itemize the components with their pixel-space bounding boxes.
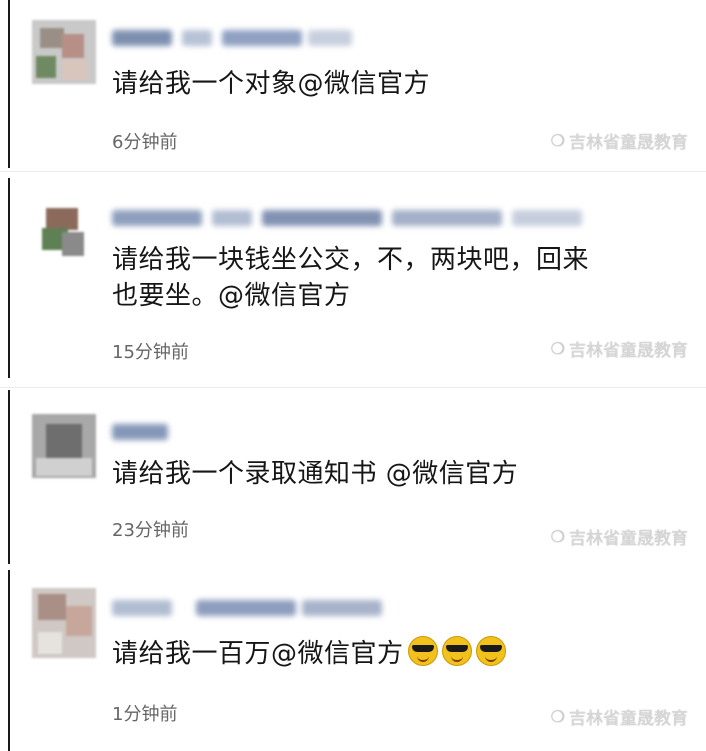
avatar[interactable]	[32, 588, 96, 658]
comment-card: 请给我一个录取通知书 @微信官方 23分钟前 ❍ 吉林省童晟教育	[0, 390, 706, 568]
wechat-icon: ❍	[550, 707, 565, 726]
username-blurred[interactable]	[112, 24, 352, 52]
watermark-text: 吉林省童晟教育	[569, 341, 688, 361]
comment-timestamp: 23分钟前	[112, 520, 189, 541]
avatar[interactable]	[32, 202, 96, 266]
card-left-border	[8, 390, 10, 564]
comment-text: 请给我一个对象@微信官方	[112, 69, 431, 99]
wechat-icon: ❍	[550, 131, 565, 150]
watermark: ❍ 吉林省童晟教育	[551, 336, 688, 361]
comment-timestamp: 6分钟前	[112, 132, 178, 153]
sunglasses-emoji-icon	[441, 636, 472, 666]
comment-text-content: 请给我一百万@微信官方	[112, 639, 404, 669]
comment-text: 请给我一百万@微信官方	[112, 636, 636, 672]
comment-timestamp: 15分钟前	[112, 342, 189, 363]
comment-card: 请给我一个对象@微信官方 6分钟前 ❍ 吉林省童晟教育	[0, 0, 706, 172]
wechat-icon: ❍	[550, 339, 565, 358]
avatar[interactable]	[32, 414, 96, 478]
comment-card: 请给我一块钱坐公交，不，两块吧，回来 也要坐。@微信官方 15分钟前 ❍ 吉林省…	[0, 178, 706, 388]
comment-card: 请给我一百万@微信官方 1分钟前 ❍ 吉林省童晟教育	[0, 570, 706, 751]
watermark: ❍ 吉林省童晟教育	[551, 524, 688, 549]
divider	[0, 387, 706, 388]
comment-timestamp: 1分钟前	[112, 704, 178, 725]
sunglasses-emoji-icon	[475, 636, 506, 666]
username-blurred[interactable]	[112, 594, 382, 622]
wechat-icon: ❍	[550, 527, 565, 546]
card-left-border	[8, 0, 10, 168]
watermark: ❍ 吉林省童晟教育	[551, 704, 688, 729]
watermark-text: 吉林省童晟教育	[569, 133, 688, 153]
username-blurred[interactable]	[112, 418, 168, 446]
username-blurred[interactable]	[112, 204, 582, 232]
sunglasses-emoji-icon	[407, 636, 438, 666]
watermark-text: 吉林省童晟教育	[569, 529, 688, 549]
watermark-text: 吉林省童晟教育	[569, 709, 688, 729]
card-left-border	[8, 178, 10, 378]
divider	[0, 171, 706, 172]
comment-text: 请给我一块钱坐公交，不，两块吧，回来 也要坐。@微信官方	[112, 245, 590, 311]
watermark: ❍ 吉林省童晟教育	[551, 128, 688, 153]
card-left-border	[8, 570, 10, 751]
avatar[interactable]	[32, 20, 96, 84]
comment-text: 请给我一个录取通知书 @微信官方	[112, 459, 519, 489]
